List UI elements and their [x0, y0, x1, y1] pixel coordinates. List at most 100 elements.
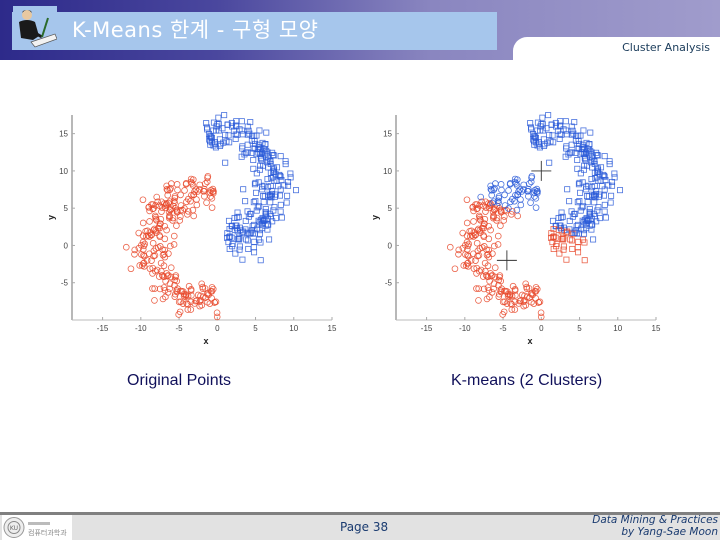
data-point-square — [239, 256, 246, 263]
data-point-square — [562, 118, 569, 125]
data-point-square — [602, 214, 609, 221]
credit-course: Data Mining & Practices — [592, 514, 718, 526]
data-point-square — [546, 159, 553, 166]
x-tick-label: 0 — [539, 324, 544, 333]
section-label: Cluster Analysis — [622, 41, 710, 54]
university-logo: KU 컴퓨터과학과 — [2, 515, 72, 540]
data-point-circle — [203, 199, 210, 206]
data-point-circle — [473, 239, 481, 247]
y-tick-label: 10 — [383, 167, 392, 176]
data-point-square — [293, 187, 300, 194]
caption-original-points: Original Points — [127, 372, 232, 389]
y-tick-label: 15 — [59, 130, 68, 139]
x-tick-label: 15 — [328, 324, 337, 333]
data-point-circle — [173, 181, 181, 188]
data-point-square — [221, 112, 228, 119]
y-tick-label: 10 — [59, 167, 68, 176]
x-tick-label: 10 — [613, 324, 622, 333]
data-point-circle — [463, 219, 471, 227]
data-point-circle — [497, 222, 504, 230]
data-point-square — [215, 114, 222, 121]
y-tick-label: 5 — [388, 204, 393, 213]
data-point-circle — [494, 232, 502, 240]
x-tick-label: 15 — [652, 324, 661, 333]
data-point-circle — [139, 219, 147, 227]
data-point-square — [574, 157, 581, 164]
svg-text:KU: KU — [10, 525, 18, 532]
footer-credit: Data Mining & Practices by Yang-Sae Moon — [592, 514, 718, 538]
x-tick-label: -10 — [459, 324, 471, 333]
data-point-square — [277, 153, 284, 160]
x-tick-label: -5 — [175, 324, 183, 333]
data-point-square — [545, 112, 552, 119]
data-point-square — [609, 182, 616, 189]
data-point-square — [611, 170, 618, 177]
data-point-circle — [193, 201, 201, 209]
data-point-circle — [170, 241, 178, 248]
y-tick-label: 0 — [388, 241, 393, 250]
data-point-square — [575, 249, 582, 256]
data-point-circle — [532, 204, 540, 211]
data-point-square — [225, 217, 232, 224]
data-point-square — [266, 236, 273, 243]
data-point-square — [264, 226, 271, 233]
x-tick-label: -5 — [499, 324, 507, 333]
data-point-square — [549, 217, 556, 224]
scatter-chart-kmeans: -15 -10 -5 0 5 10 15 -5 0 5 10 15 x y — [370, 112, 661, 346]
data-point-circle — [475, 297, 482, 304]
data-point-square — [601, 153, 608, 160]
presenter-writing-icon — [13, 6, 58, 48]
data-point-circle — [190, 212, 197, 220]
x-tick-label: -10 — [135, 324, 147, 333]
data-point-circle — [170, 232, 178, 240]
data-point-circle — [158, 208, 165, 215]
data-point-square — [608, 192, 615, 199]
data-point-circle — [196, 181, 203, 189]
data-point-square — [287, 170, 294, 177]
data-point-circle — [505, 187, 512, 194]
scatter-chart-original: -15 -10 -5 0 5 10 15 -5 0 5 10 15 x y — [46, 112, 337, 346]
data-point-circle — [497, 181, 505, 188]
data-point-square — [540, 136, 547, 143]
data-point-square — [257, 257, 264, 264]
data-point-circle — [149, 239, 157, 247]
x-axis-label: x — [203, 336, 208, 346]
data-point-square — [242, 198, 249, 205]
data-point-circle — [517, 201, 525, 209]
data-point-square — [587, 129, 594, 136]
data-points — [122, 112, 300, 321]
data-point-square — [601, 201, 608, 208]
data-point-square — [256, 127, 263, 134]
data-point-circle — [146, 218, 153, 225]
data-point-circle — [491, 242, 498, 250]
x-tick-label: 0 — [215, 324, 220, 333]
data-point-square — [245, 245, 252, 252]
data-point-circle — [491, 264, 499, 271]
data-point-square — [283, 199, 290, 206]
data-point-square — [277, 208, 284, 215]
caption-kmeans: K-means (2 Clusters) — [451, 372, 603, 389]
data-point-square — [601, 208, 608, 215]
x-tick-label: -15 — [421, 324, 433, 333]
data-point-circle — [131, 250, 138, 258]
data-point-square — [574, 244, 581, 251]
data-point-circle — [514, 212, 521, 220]
data-point-circle — [463, 196, 471, 204]
data-point-square — [222, 159, 229, 166]
data-point-circle — [455, 250, 462, 258]
svg-text:컴퓨터과학과: 컴퓨터과학과 — [28, 528, 67, 537]
data-point-square — [580, 127, 587, 134]
data-point-square — [617, 187, 624, 194]
data-point-square — [277, 201, 284, 208]
data-point-circle — [173, 222, 180, 230]
data-point-circle — [527, 199, 534, 206]
data-point-square — [591, 199, 598, 206]
data-point-circle — [122, 243, 130, 251]
data-point-square — [563, 143, 570, 150]
data-point-square — [239, 143, 246, 150]
data-point-circle — [208, 204, 216, 211]
data-point-circle — [532, 284, 540, 291]
data-point-circle — [494, 241, 502, 248]
data-point-circle — [127, 265, 135, 273]
y-tick-label: -5 — [61, 279, 69, 288]
